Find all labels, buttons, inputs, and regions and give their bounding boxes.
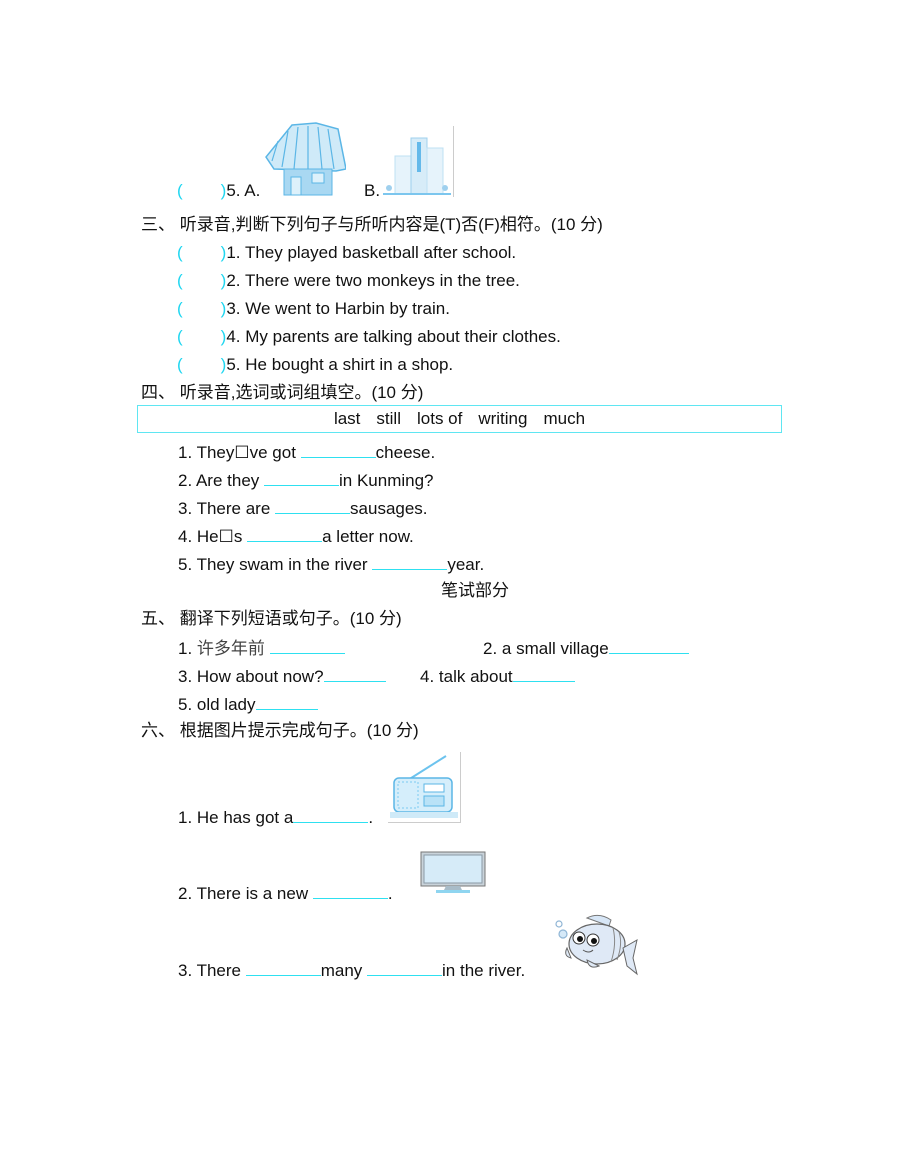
item-text: 5. old lady	[178, 695, 256, 714]
list-item: 1. He has got a.	[178, 806, 373, 828]
section-6-heading: 六、 根据图片提示完成句子。(10 分)	[141, 721, 419, 740]
sentence-start: 3. There are	[178, 499, 276, 518]
section-3-heading: 三、 听录音,判断下列句子与所听内容是(T)否(F)相符。(10 分)	[141, 215, 603, 234]
radio-icon	[388, 752, 461, 823]
question-text: 2. There were two monkeys in the tree.	[226, 271, 520, 290]
section-4-heading: 四、 听录音,选词或词组填空。(10 分)	[141, 383, 424, 402]
item-text: 3. How about now?	[178, 667, 324, 686]
list-item: ()1. They played basketball after school…	[177, 243, 516, 263]
fill-blank[interactable]	[608, 637, 689, 654]
question-text: 1. They played basketball after school.	[226, 243, 517, 262]
question-text: 4. My parents are talking about their cl…	[226, 327, 561, 346]
item-text: 4. talk about	[420, 667, 513, 686]
fill-blank[interactable]	[293, 806, 369, 823]
fill-blank[interactable]	[312, 882, 388, 899]
list-item: 3. There are sausages.	[178, 497, 428, 519]
tv-icon	[420, 851, 486, 895]
sentence-start: 5. They swam in the river	[178, 555, 373, 574]
word-bank-item: lots of	[416, 409, 463, 428]
answer-paren-open: (	[177, 271, 183, 290]
list-item: ()4. My parents are talking about their …	[177, 327, 561, 347]
option-b-label: B.	[364, 181, 381, 200]
fill-blank[interactable]	[512, 665, 575, 682]
list-item: 3. How about now?	[178, 665, 386, 687]
fill-blank[interactable]	[270, 637, 346, 654]
answer-paren-open: (	[177, 355, 183, 374]
list-item: 4. talk about	[420, 665, 575, 687]
item-text: 许多年前	[196, 639, 271, 659]
thatched-house-icon	[264, 121, 347, 197]
answer-paren-open: (	[177, 299, 183, 318]
sentence-end: in Kunming?	[339, 471, 434, 490]
list-item: ()3. We went to Harbin by train.	[177, 299, 450, 319]
list-item: 2. Are they in Kunming?	[178, 469, 434, 491]
sentence-start: 4. He☐s	[178, 527, 248, 546]
fill-blank[interactable]	[372, 553, 448, 570]
listening-q5: ()5. A.	[177, 181, 260, 201]
answer-paren-open: (	[177, 181, 183, 200]
sentence-end: a letter now.	[322, 527, 414, 546]
sentence-start: 1. They☐ve got	[178, 443, 301, 462]
sentence-end: .	[387, 884, 393, 903]
list-item: 1. They☐ve got cheese.	[178, 441, 435, 463]
sentence-end: .	[368, 808, 374, 827]
sentence-start: 2. Are they	[178, 471, 264, 490]
list-item: 2. a small village	[483, 637, 689, 659]
item-text: 2. a small village	[483, 639, 609, 658]
city-buildings-icon	[381, 126, 454, 197]
list-item: 2. There is a new .	[178, 882, 393, 904]
fill-blank[interactable]	[247, 525, 323, 542]
word-bank-item: still	[376, 409, 401, 428]
fish-icon	[553, 912, 639, 978]
list-item: ()2. There were two monkeys in the tree.	[177, 271, 520, 291]
list-item: 5. old lady	[178, 693, 318, 715]
word-bank-item: writing	[478, 409, 528, 428]
sentence-end: in the river.	[442, 961, 526, 980]
question-label: 5. A.	[226, 181, 261, 200]
fill-blank[interactable]	[300, 441, 376, 458]
question-text: 5. He bought a shirt in a shop.	[226, 355, 454, 374]
list-item: 1. 许多年前	[178, 637, 346, 659]
fill-blank[interactable]	[264, 469, 339, 486]
question-text: 3. We went to Harbin by train.	[226, 299, 450, 318]
word-bank-box: last still lots of writing much	[137, 405, 782, 433]
list-item: 3. There many in the river.	[178, 959, 525, 981]
sentence-start: 3. There	[178, 961, 246, 980]
word-bank-item: much	[543, 409, 586, 428]
answer-paren-open: (	[177, 327, 183, 346]
sentence-start: 1. He has got a	[178, 808, 294, 827]
list-item: 5. They swam in the river year.	[178, 553, 484, 575]
fill-blank[interactable]	[255, 693, 318, 710]
sentence-end: sausages.	[350, 499, 428, 518]
sentence-end: year.	[447, 555, 485, 574]
fill-blank[interactable]	[323, 665, 386, 682]
sentence-end: cheese.	[375, 443, 436, 462]
fill-blank[interactable]	[367, 959, 443, 976]
word-bank-item: last	[333, 409, 361, 428]
section-5-heading: 五、 翻译下列短语或句子。(10 分)	[141, 609, 402, 628]
written-part-title: 笔试部分	[441, 581, 509, 600]
sentence-start: 2. There is a new	[178, 884, 313, 903]
list-item: 4. He☐s a letter now.	[178, 525, 414, 547]
sentence-middle: many	[320, 961, 368, 980]
item-number: 1.	[178, 639, 197, 658]
fill-blank[interactable]	[275, 497, 351, 514]
list-item: ()5. He bought a shirt in a shop.	[177, 355, 453, 375]
answer-paren-open: (	[177, 243, 183, 262]
fill-blank[interactable]	[245, 959, 321, 976]
